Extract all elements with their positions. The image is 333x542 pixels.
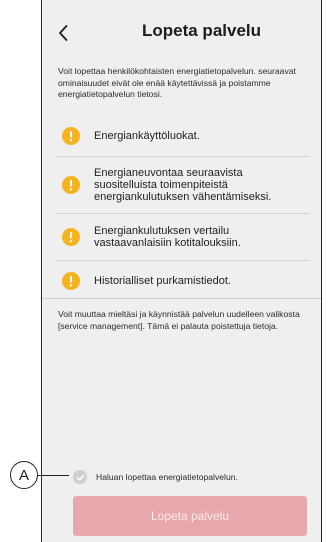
consent-checkbox[interactable]: Haluan lopettaa energiatietopalvelun. (73, 470, 238, 484)
warning-icon (62, 228, 80, 246)
list-item: Energianeuvontaa seuraavista suositellui… (56, 157, 310, 214)
stop-service-button[interactable]: Lopeta palvelu (73, 496, 307, 536)
callout-line (38, 475, 69, 476)
warning-icon (62, 272, 80, 290)
header: Lopeta palvelu (42, 0, 321, 62)
check-icon[interactable] (73, 470, 87, 484)
list-item-label: Energiankäyttöluokat. (94, 130, 200, 142)
list-item-label: Historialliset purkamistiedot. (94, 275, 231, 287)
callout-marker: A (10, 461, 38, 489)
intro-text: Voit lopettaa henkilökohtaisten energiat… (58, 66, 296, 100)
list-item: Energiankäyttöluokat. (56, 116, 310, 157)
list-item-label: Energiankulutuksen vertailu vastaavanlai… (94, 225, 241, 249)
list-item: Energiankulutuksen vertailu vastaavanlai… (56, 214, 310, 261)
chevron-left-icon (59, 25, 68, 41)
note-text: Voit muuttaa mieltäsi ja käynnistää palv… (58, 309, 300, 331)
list-item: Historialliset purkamistiedot. (56, 261, 310, 301)
feature-list: Energiankäyttöluokat. Energianeuvontaa s… (56, 116, 310, 301)
divider (42, 298, 321, 299)
warning-icon (62, 176, 80, 194)
consent-label: Haluan lopettaa energiatietopalvelun. (96, 472, 238, 482)
back-button[interactable] (52, 22, 74, 44)
phone-screen: Lopeta palvelu Voit lopettaa henkilökoht… (41, 0, 322, 542)
page-title: Lopeta palvelu (141, 21, 262, 40)
warning-icon (62, 127, 80, 145)
list-item-label: Energianeuvontaa seuraavista suositellui… (94, 167, 272, 203)
